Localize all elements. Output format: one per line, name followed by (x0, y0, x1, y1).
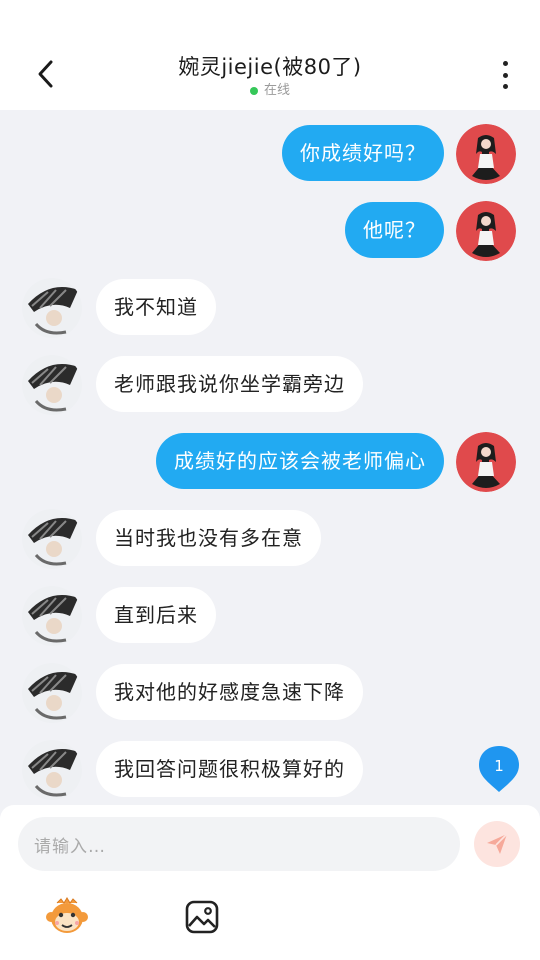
message-row: 我回答问题很积极算好的 (0, 740, 540, 803)
message-bubble[interactable]: 成绩好的应该会被老师偏心 (156, 433, 444, 489)
my-avatar[interactable] (456, 201, 516, 261)
contact-avatar[interactable] (22, 355, 82, 415)
contact-avatar[interactable] (22, 586, 82, 646)
contact-avatar[interactable] (22, 740, 82, 800)
more-dot (502, 72, 508, 78)
chat-title: 婉灵jiejie(被80了) (178, 55, 362, 79)
composer-bar: 请输入… (0, 805, 540, 960)
back-button[interactable] (28, 56, 64, 92)
image-icon (185, 900, 219, 934)
input-placeholder: 请输入… (34, 836, 106, 857)
chat-header: 婉灵jiejie(被80了) 在线 (0, 0, 540, 110)
message-bubble[interactable]: 他呢？ (345, 202, 444, 258)
message-bubble[interactable]: 老师跟我说你坐学霸旁边 (96, 356, 363, 412)
message-bubble[interactable]: 当时我也没有多在意 (96, 510, 321, 566)
chevron-left-icon (38, 60, 53, 88)
message-row: 我不知道 (0, 278, 540, 341)
badge-count: 1 (494, 757, 504, 775)
message-row: 他呢？ (0, 201, 540, 264)
send-icon (487, 833, 508, 854)
more-dot (502, 84, 508, 89)
title-area: 婉灵jiejie(被80了) 在线 (100, 52, 440, 100)
status-text: 在线 (263, 83, 290, 98)
monkey-emoji-icon (46, 897, 88, 933)
message-row: 我对他的好感度急速下降 (0, 663, 540, 726)
online-status: 在线 (100, 82, 440, 100)
emoji-button[interactable] (45, 895, 89, 939)
message-bubble[interactable]: 直到后来 (96, 587, 216, 643)
send-button[interactable] (474, 821, 520, 867)
message-row: 老师跟我说你坐学霸旁边 (0, 355, 540, 418)
my-avatar[interactable] (456, 124, 516, 184)
message-row: 直到后来 (0, 586, 540, 649)
message-bubble[interactable]: 我不知道 (96, 279, 216, 335)
more-vertical-icon (502, 61, 508, 66)
message-input[interactable]: 请输入… (18, 817, 460, 871)
message-row: 成绩好的应该会被老师偏心 (0, 432, 540, 495)
contact-avatar[interactable] (22, 278, 82, 338)
my-avatar[interactable] (456, 432, 516, 492)
new-message-badge[interactable]: 1 (478, 745, 520, 793)
contact-avatar[interactable] (22, 663, 82, 723)
more-button[interactable] (492, 58, 518, 92)
image-button[interactable] (180, 895, 224, 939)
message-bubble[interactable]: 你成绩好吗？ (282, 125, 444, 181)
message-bubble[interactable]: 我对他的好感度急速下降 (96, 664, 363, 720)
message-bubble[interactable]: 我回答问题很积极算好的 (96, 741, 363, 797)
message-list[interactable]: 你成绩好吗？ 他呢？ 我不知道 老师跟我说你坐学霸旁边 成绩好的应该会被老师偏心 (0, 110, 540, 805)
message-row: 当时我也没有多在意 (0, 509, 540, 572)
message-row: 你成绩好吗？ (0, 124, 540, 187)
contact-avatar[interactable] (22, 509, 82, 569)
online-dot-icon (249, 87, 258, 95)
